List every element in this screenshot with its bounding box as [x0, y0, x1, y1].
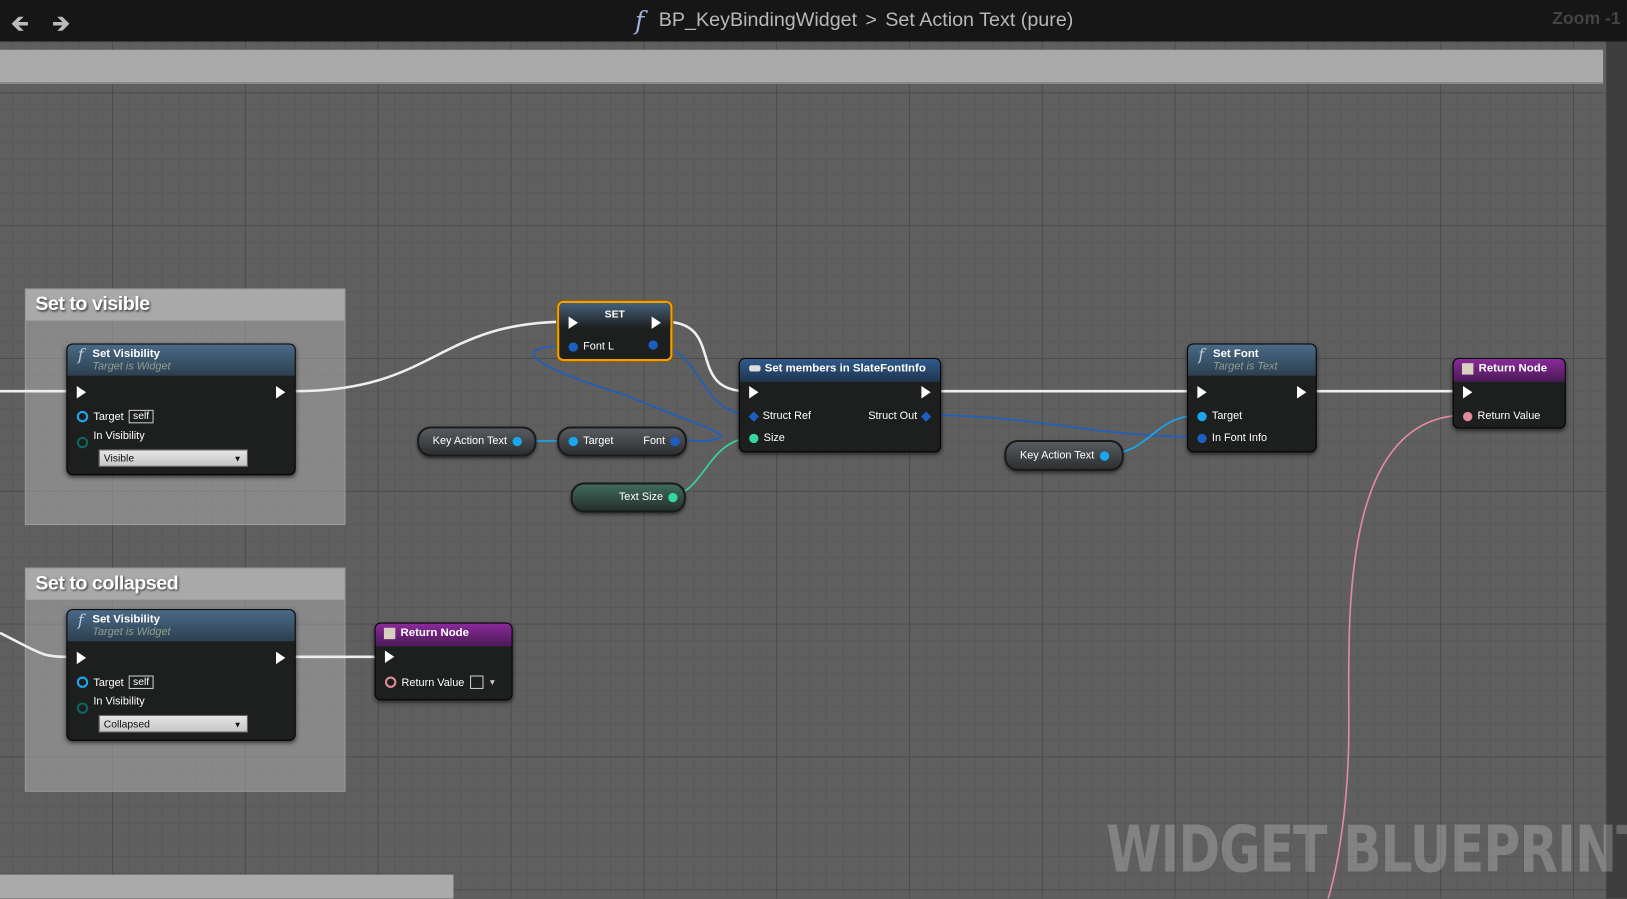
in-visibility-pin[interactable]: In Visibility	[76, 430, 145, 448]
node-subtitle: Target is Widget	[92, 360, 171, 373]
return-icon	[383, 627, 396, 640]
exec-in-pin[interactable]	[76, 385, 87, 399]
set-variable-node[interactable]: SET Font L	[557, 300, 673, 362]
font-pin[interactable]: Font	[643, 434, 680, 448]
chevron-down-icon: ▼	[233, 454, 242, 464]
blueprint-editor: 🡸 🡺 f BP_KeyBindingWidget > Set Action T…	[0, 0, 1627, 899]
pin-label: Target	[93, 675, 124, 689]
exec-in-pin[interactable]	[568, 316, 578, 329]
pin-label: Return Value	[1477, 409, 1541, 423]
target-pin[interactable]: Target	[568, 434, 614, 448]
comment-title: Set to visible	[25, 289, 345, 321]
node-title: Set Visibility	[92, 347, 161, 361]
self-value: self	[128, 409, 154, 424]
pin-label: In Font Info	[1211, 431, 1268, 445]
struct-icon	[749, 365, 761, 372]
node-subtitle: Target is Text	[1212, 360, 1278, 373]
breadcrumb: f BP_KeyBindingWidget > Set Action Text …	[635, 6, 1073, 35]
exec-in-pin[interactable]	[384, 650, 395, 664]
comment-title: Set to collapsed	[25, 568, 345, 600]
object-pin	[1099, 450, 1109, 461]
pin-label: Target	[93, 410, 124, 423]
pin-label: Target	[583, 434, 614, 448]
pin-label: Target	[1211, 409, 1243, 423]
horizontal-scrollbar[interactable]	[0, 874, 454, 899]
visibility-dropdown[interactable]: Visible ▼	[98, 449, 248, 467]
pin-label: Font L	[583, 340, 615, 353]
breadcrumb-function: Set Action Text (pure)	[885, 9, 1074, 32]
top-bar: 🡸 🡺 f BP_KeyBindingWidget > Set Action T…	[0, 0, 1627, 42]
font-in-pin[interactable]: Font L	[568, 340, 615, 353]
text-size-getter[interactable]: Text Size	[570, 482, 686, 513]
exec-in-pin[interactable]	[749, 385, 759, 399]
function-icon: f	[77, 611, 84, 630]
target-pin[interactable]: Target self	[76, 675, 154, 689]
pin-label: Struct Out	[868, 409, 918, 423]
forward-arrow-icon[interactable]: 🡺	[52, 6, 71, 45]
pin-label: Struct Ref	[762, 409, 812, 423]
size-pin[interactable]: Size	[749, 432, 785, 444]
object-pin	[512, 436, 522, 446]
breadcrumb-blueprint[interactable]: BP_KeyBindingWidget	[659, 9, 857, 32]
chevron-down-icon: ▼	[233, 720, 242, 730]
exec-in-pin[interactable]	[76, 651, 87, 665]
node-title: Set members in SlateFontInfo	[764, 362, 926, 375]
function-icon: f	[77, 345, 84, 365]
node-title: Set Font	[1212, 347, 1259, 361]
visibility-dropdown[interactable]: Collapsed ▼	[98, 714, 248, 733]
info-banner	[0, 49, 1604, 85]
return-value-pin[interactable]: Return Value	[1463, 410, 1540, 422]
key-action-text-getter[interactable]: Key Action Text	[417, 426, 537, 457]
get-font-node[interactable]: Target Font	[557, 426, 687, 457]
set-members-node[interactable]: Set members in SlateFontInfo Struct Ref …	[738, 357, 942, 453]
node-title: Return Node	[1478, 362, 1548, 375]
exec-out-pin[interactable]	[651, 316, 661, 329]
target-pin[interactable]: Target self	[76, 409, 154, 424]
variable-label: Text Size	[618, 490, 664, 504]
exec-out-pin[interactable]	[276, 385, 286, 399]
chevron-down-icon[interactable]: ▼	[488, 678, 496, 687]
pin-label: Size	[763, 431, 785, 445]
return-icon	[1461, 363, 1474, 375]
return-value-checkbox[interactable]	[469, 675, 484, 689]
pin-label: In Visibility	[93, 429, 145, 443]
set-visibility-node[interactable]: f Set Visibility Target is Widget Target…	[66, 343, 296, 476]
canvas-edge	[1606, 41, 1627, 899]
pin-label: Return Value	[401, 675, 465, 689]
in-visibility-pin[interactable]: In Visibility	[76, 695, 145, 714]
return-value-pin[interactable]: Return Value ▼	[384, 675, 496, 689]
exec-out-pin[interactable]	[276, 651, 286, 665]
set-visibility-node[interactable]: f Set Visibility Target is Widget Target…	[66, 609, 296, 741]
struct-out-pin[interactable]: Struct Out	[868, 409, 932, 423]
return-node[interactable]: Return Node Return Value	[1452, 357, 1566, 429]
float-pin	[668, 492, 678, 502]
node-title: Return Node	[400, 626, 469, 640]
struct-ref-pin[interactable]: Struct Ref	[748, 409, 812, 423]
function-icon: f	[1198, 345, 1205, 365]
node-title: Set Visibility	[92, 613, 161, 626]
font-out-pin[interactable]	[648, 340, 658, 350]
node-subtitle: Target is Widget	[92, 625, 171, 639]
exec-in-pin[interactable]	[1463, 385, 1473, 399]
in-font-info-pin[interactable]: In Font Info	[1197, 432, 1267, 444]
self-value: self	[128, 675, 154, 689]
zoom-level: Zoom -1	[1552, 8, 1621, 29]
exec-out-pin[interactable]	[921, 385, 931, 399]
breadcrumb-separator: >	[865, 9, 877, 32]
exec-out-pin[interactable]	[1297, 385, 1307, 399]
set-font-node[interactable]: f Set Font Target is Text Target In Font…	[1187, 343, 1317, 453]
pin-label: Font	[643, 434, 666, 448]
pin-label: In Visibility	[93, 695, 145, 708]
variable-label: Key Action Text	[432, 434, 507, 448]
watermark: WIDGET BLUEPRINT	[1106, 811, 1627, 888]
target-pin[interactable]: Target	[1197, 410, 1242, 422]
function-icon: f	[635, 6, 645, 36]
key-action-text-getter[interactable]: Key Action Text	[1004, 439, 1124, 472]
return-node[interactable]: Return Node Return Value ▼	[374, 622, 513, 701]
back-arrow-icon[interactable]: 🡸	[10, 6, 29, 45]
exec-in-pin[interactable]	[1197, 385, 1207, 399]
variable-label: Key Action Text	[1019, 449, 1095, 462]
